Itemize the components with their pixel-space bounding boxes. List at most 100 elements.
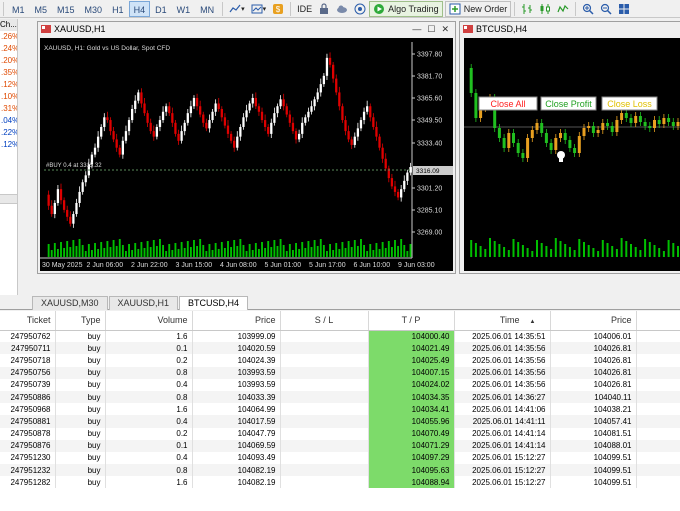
table-row[interactable]: 247950739 buy 0.4 103993.59 104024.02 2025.06… <box>0 378 680 391</box>
chart-tab[interactable]: XAUUSD,H1 <box>108 296 179 310</box>
btcusd-chart-canvas[interactable]: Close All Close Profit Close Loss <box>464 38 680 271</box>
column-header[interactable]: Price <box>192 311 281 331</box>
candle-body <box>372 117 375 127</box>
algo-trading-button[interactable]: Algo Trading <box>369 0 443 17</box>
xauusd-chart-canvas[interactable]: XAUUSD, H1: Gold vs US Dollar, Spot CFD … <box>40 38 453 271</box>
price-tick-label: 3397.80 <box>417 52 442 59</box>
table-row[interactable]: 247950762 buy 1.6 103999.09 104000.40 2025.06… <box>0 330 680 343</box>
chart-tab[interactable]: BTCUSD,H4 <box>179 296 249 310</box>
table-cell: 0.2 <box>105 354 193 367</box>
candle-body <box>353 136 356 145</box>
market-watch-change[interactable]: .04% <box>0 115 17 127</box>
column-header[interactable]: Type <box>55 311 106 331</box>
candle-body <box>251 97 254 104</box>
market-watch-change[interactable]: .12% <box>0 79 17 91</box>
close-all-button[interactable]: Close All <box>478 96 538 111</box>
volume-bar <box>131 250 134 257</box>
table-row[interactable]: 247950711 buy 0.1 104020.59 104021.49 2025.06… <box>0 342 680 355</box>
market-watch-change[interactable]: .12% <box>0 139 17 151</box>
market-watch-change[interactable]: .20% <box>0 55 17 67</box>
candlestick-icon[interactable] <box>536 1 554 17</box>
candle-body <box>263 120 267 127</box>
candle-body <box>152 131 155 137</box>
line-chart-icon[interactable] <box>554 1 572 17</box>
dollar-icon[interactable]: $ <box>269 1 287 17</box>
market-watch-change[interactable]: .24% <box>0 43 17 55</box>
xauusd-window-titlebar[interactable]: XAUUSD,H1 — ☐ ✕ <box>38 22 455 36</box>
community-icon[interactable] <box>351 1 369 17</box>
table-row[interactable]: 247950718 buy 0.2 104024.39 104025.49 2025.06… <box>0 354 680 367</box>
btc-candle-body <box>648 126 652 128</box>
column-header[interactable]: T / P <box>368 311 455 331</box>
tile-windows-icon[interactable] <box>615 1 633 17</box>
chart-tab[interactable]: XAUUSD,M30 <box>32 296 108 310</box>
timeframe-button-mn[interactable]: MN <box>195 1 219 17</box>
close-loss-button[interactable]: Close Loss <box>601 96 658 111</box>
volume-bar <box>155 246 158 257</box>
close-icon[interactable]: ✕ <box>441 24 449 35</box>
market-watch-change[interactable]: .22% <box>0 127 17 139</box>
table-cell: 104026.81 <box>550 342 637 355</box>
column-header[interactable]: S / L <box>280 311 369 331</box>
table-cell: 247951282 <box>0 476 56 489</box>
volume-bar <box>94 243 96 257</box>
volume-bar <box>205 251 208 257</box>
volume-bar <box>159 239 161 257</box>
btc-candle-body <box>624 113 628 118</box>
candle-body <box>202 114 205 123</box>
table-row[interactable]: 247950756 buy 0.8 103993.59 104007.15 2025.06… <box>0 366 680 379</box>
column-header[interactable]: Time ▲ <box>454 311 551 331</box>
market-watch-change[interactable]: .10% <box>0 91 17 103</box>
market-watch-change[interactable]: .31% <box>0 103 17 115</box>
timeframe-button-m30[interactable]: M30 <box>80 1 108 17</box>
table-row[interactable]: 247951282 buy 1.6 104082.19 104088.94 2025.06… <box>0 476 680 489</box>
zoom-in-icon[interactable] <box>579 1 597 17</box>
table-row[interactable]: 247951230 buy 0.4 104093.49 104097.29 2025.06… <box>0 451 680 465</box>
timeframe-button-m1[interactable]: M1 <box>7 1 30 17</box>
market-watch-change[interactable]: .35% <box>0 67 17 79</box>
candle-body <box>158 120 162 127</box>
candle-body <box>195 97 199 107</box>
volume-bar <box>310 247 313 257</box>
zoom-out-icon[interactable] <box>597 1 615 17</box>
column-header[interactable]: Price <box>550 311 637 331</box>
ide-button[interactable]: IDE <box>294 1 315 17</box>
candle-body <box>189 106 193 114</box>
bar-chart-icon[interactable] <box>518 1 536 17</box>
column-header[interactable]: Volume <box>105 311 193 331</box>
table-cell-blank <box>636 451 680 465</box>
btcusd-window-titlebar[interactable]: BTCUSD,H4 <box>460 22 680 36</box>
table-cell: 104038.21 <box>550 403 637 416</box>
table-cell: 104006.01 <box>550 330 637 343</box>
maximize-icon[interactable]: ☐ <box>427 24 435 35</box>
templates-icon[interactable]: ▾ <box>248 1 270 17</box>
timeframe-button-m15[interactable]: M15 <box>52 1 80 17</box>
indicators-icon[interactable]: ▾ <box>226 1 248 17</box>
close-profit-button[interactable]: Close Profit <box>540 96 597 111</box>
table-cell: 104088.01 <box>550 439 637 452</box>
table-row[interactable]: 247950886 buy 0.8 104033.39 104034.35 2025.06… <box>0 390 680 404</box>
timeframe-button-w1[interactable]: W1 <box>172 1 196 17</box>
table-cell: buy <box>55 476 106 489</box>
table-row[interactable]: 247950968 buy 1.6 104064.99 104034.41 2025.06… <box>0 403 680 416</box>
candle-body <box>59 189 63 201</box>
table-row[interactable]: 247950881 buy 0.4 104017.59 104055.96 2025.06… <box>0 415 680 428</box>
timeframe-button-h1[interactable]: H1 <box>107 1 129 17</box>
table-row[interactable]: 247951232 buy 0.8 104082.19 104095.63 2025.06… <box>0 464 680 477</box>
new-order-button[interactable]: New Order <box>444 0 512 17</box>
timeframe-button-h4[interactable]: H4 <box>128 0 151 17</box>
timeframe-button-d1[interactable]: D1 <box>150 1 172 17</box>
lock-icon[interactable] <box>315 1 333 17</box>
cloud-icon[interactable] <box>333 1 351 17</box>
volume-bar <box>125 251 127 257</box>
column-header[interactable]: Ticket <box>0 311 56 331</box>
btc-volume-bar <box>648 242 651 257</box>
btc-candle-body <box>507 133 511 148</box>
volume-bar <box>273 240 276 257</box>
table-row[interactable]: 247950876 buy 0.1 104069.59 104071.29 2025.06… <box>0 439 680 452</box>
btc-candle-body <box>634 116 638 123</box>
table-row[interactable]: 247950878 buy 0.2 104047.79 104070.49 2025.06… <box>0 427 680 440</box>
timeframe-button-m5[interactable]: M5 <box>30 1 53 17</box>
minimize-icon[interactable]: — <box>412 24 421 35</box>
market-watch-change[interactable]: .26% <box>0 31 17 43</box>
